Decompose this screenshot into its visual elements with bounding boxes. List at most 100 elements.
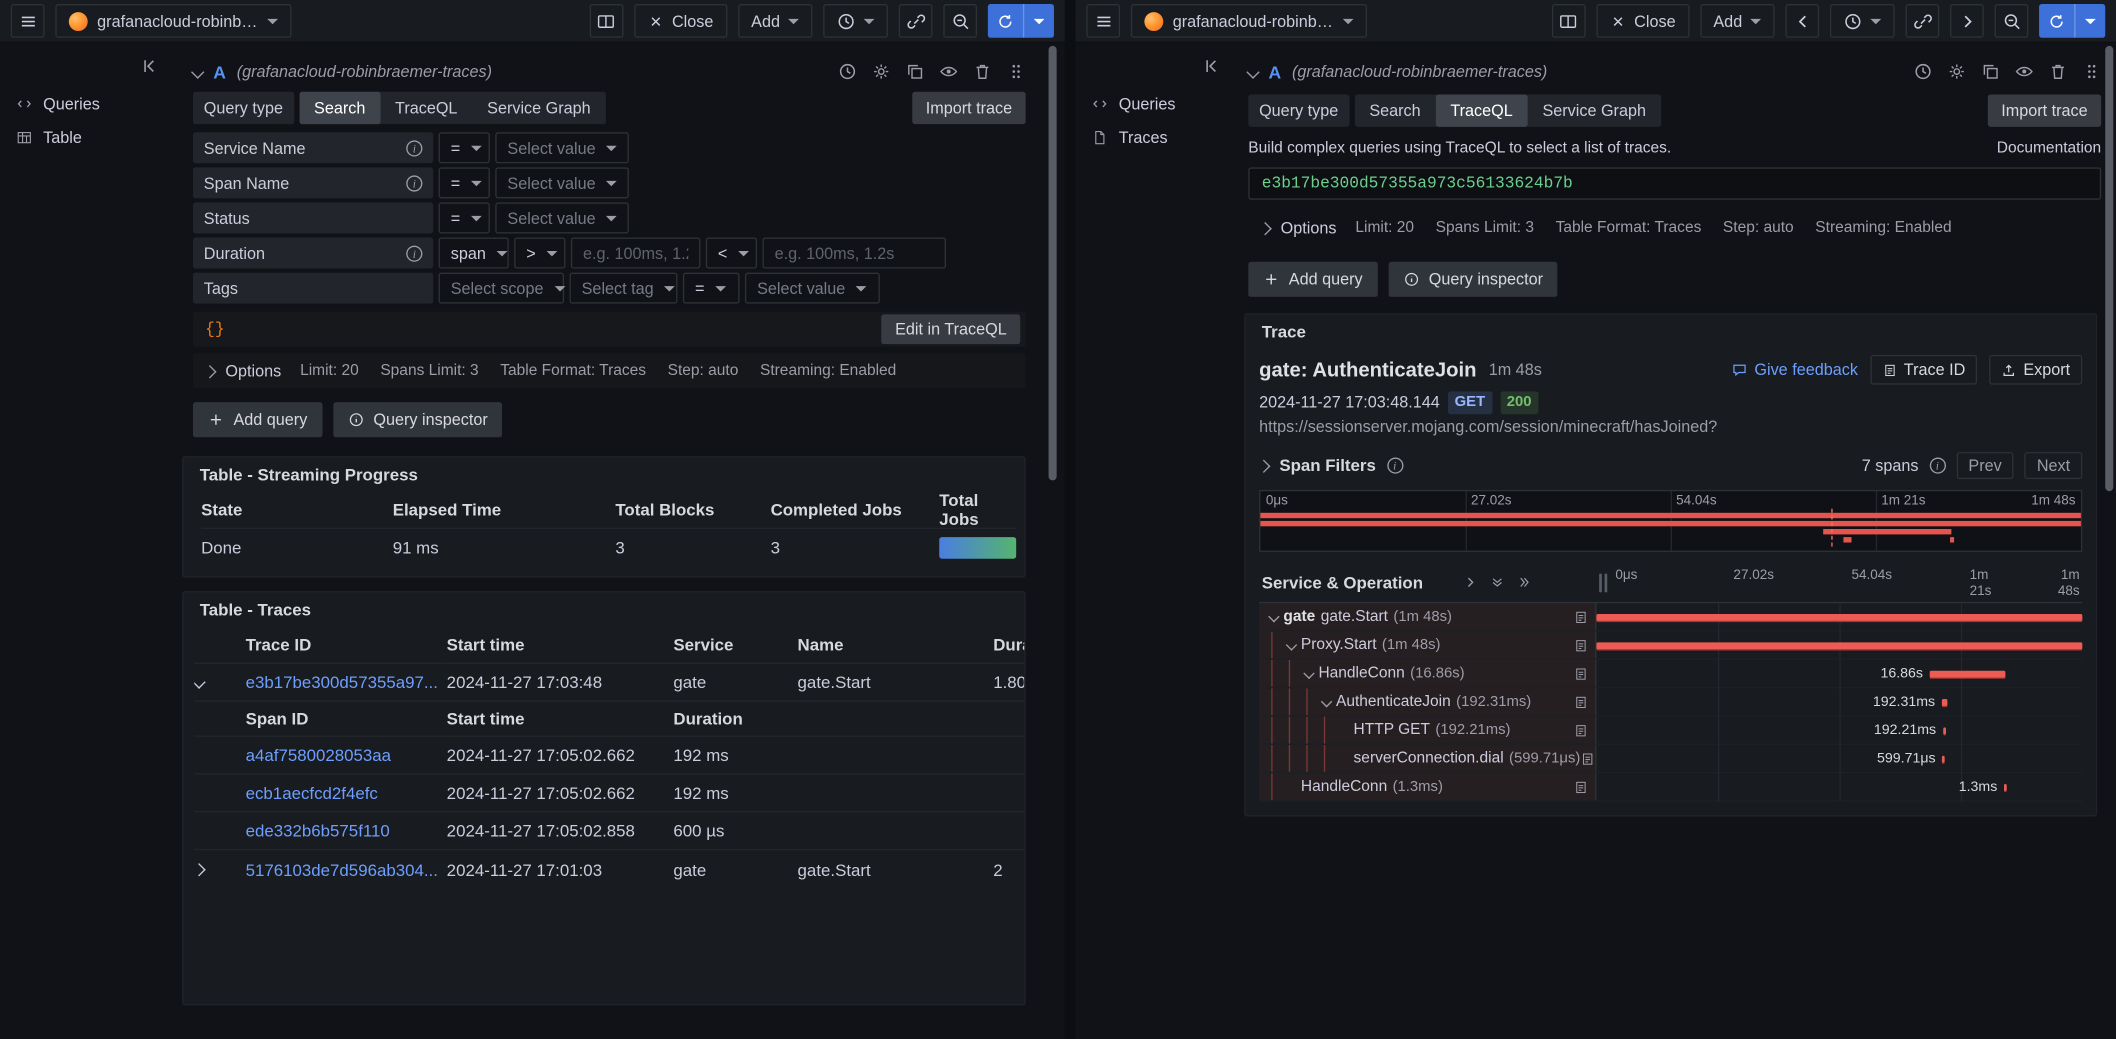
trace-id-link[interactable]: 5176103de7d596ab304... (246, 860, 438, 879)
run-query-button[interactable] (988, 4, 1054, 38)
info-icon[interactable]: i (1387, 457, 1403, 473)
eye-icon[interactable] (939, 62, 958, 81)
span-row[interactable]: HandleConn (16.86s) 16.86s (1259, 660, 2082, 688)
col-header-total[interactable]: Total Jobs (939, 493, 1016, 528)
split-view-button[interactable] (590, 4, 624, 38)
duration-min-input[interactable] (571, 238, 701, 269)
split-view-button[interactable] (1552, 4, 1586, 38)
span-detail-icon[interactable] (1574, 723, 1589, 738)
tab-search[interactable]: Search (299, 92, 380, 124)
chevron-right-icon[interactable] (1257, 459, 1270, 472)
time-picker-button[interactable] (1830, 4, 1895, 38)
sidebar-item-queries[interactable]: Queries (1092, 86, 1227, 120)
col-header-completed[interactable]: Completed Jobs (771, 493, 940, 528)
duplicate-icon[interactable] (906, 62, 925, 81)
span-name-cell[interactable]: HandleConn (16.86s) (1259, 660, 1596, 687)
column-resizer[interactable] (1596, 573, 1609, 592)
close-split-button[interactable]: Close (1596, 4, 1689, 38)
collapse-span-icon[interactable] (1303, 668, 1314, 679)
span-id-link[interactable]: a4af7580028053aa (246, 746, 391, 765)
span-id-link[interactable]: ecb1aecfcd2f4efc (246, 783, 378, 802)
service-name-op-select[interactable]: = (439, 132, 490, 163)
tags-op-select[interactable]: = (683, 273, 740, 304)
collapse-all-icon[interactable] (1489, 575, 1504, 590)
add-button[interactable]: Add (738, 4, 813, 38)
span-detail-icon[interactable] (1574, 694, 1589, 709)
duration-scope-select[interactable]: span (439, 238, 509, 269)
zoom-out-button[interactable] (943, 4, 977, 38)
col-header-name[interactable]: Name (798, 628, 994, 663)
refresh-icon[interactable] (988, 4, 1023, 38)
row-expander[interactable] (194, 663, 245, 701)
duration-lt-select[interactable]: < (706, 238, 757, 269)
span-track[interactable]: 192.31ms (1596, 688, 2082, 715)
tags-tag-select[interactable]: Select tag (569, 273, 677, 304)
gear-icon[interactable] (872, 62, 891, 81)
span-name-cell[interactable]: HandleConn (1.3ms) (1259, 773, 1596, 800)
col-header-duration[interactable]: Duration (993, 628, 1024, 663)
status-value-select[interactable]: Select value (495, 202, 629, 233)
collapse-span-icon[interactable] (1321, 696, 1332, 707)
service-name-value-select[interactable]: Select value (495, 132, 629, 163)
documentation-link[interactable]: Documentation (1997, 140, 2101, 156)
span-track[interactable]: 16.86s (1596, 660, 2082, 687)
expand-one-icon[interactable] (1462, 575, 1477, 590)
tags-scope-select[interactable]: Select scope (439, 273, 565, 304)
query-inspector-button[interactable]: Query inspector (1388, 262, 1558, 297)
col-header-start-time[interactable]: Start time (447, 628, 674, 663)
tab-traceql[interactable]: TraceQL (1436, 94, 1528, 126)
collapse-outline-button[interactable] (1200, 54, 1224, 78)
add-query-button[interactable]: Add query (193, 402, 322, 437)
give-feedback-link[interactable]: Give feedback (1731, 360, 1857, 379)
span-name-op-select[interactable]: = (439, 167, 490, 198)
prev-button[interactable]: Prev (1956, 452, 2014, 479)
time-picker-button[interactable] (823, 4, 888, 38)
pane-divider[interactable] (1065, 0, 1076, 1039)
span-name-cell[interactable]: AuthenticateJoin (192.31ms) (1259, 688, 1596, 715)
span-track[interactable] (1596, 603, 2082, 630)
span-track[interactable]: 1.3ms (1596, 773, 2082, 800)
zoom-out-button[interactable] (1995, 4, 2029, 38)
row-expander[interactable] (194, 849, 245, 889)
col-header-trace-id[interactable]: Trace ID (246, 628, 447, 663)
trash-icon[interactable] (973, 62, 992, 81)
trace-id-link[interactable]: e3b17be300d57355a97... (246, 673, 438, 692)
collapse-span-icon[interactable] (1286, 639, 1297, 650)
right-pane-scrollbar[interactable] (2105, 46, 2113, 491)
span-name-cell[interactable]: Proxy.Start (1m 48s) (1259, 632, 1596, 659)
sidebar-item-table[interactable]: Table (16, 120, 164, 154)
duration-max-input[interactable] (762, 238, 946, 269)
add-button[interactable]: Add (1700, 4, 1775, 38)
eye-icon[interactable] (2015, 62, 2034, 81)
tab-service-graph[interactable]: Service Graph (472, 92, 605, 124)
drag-handle-icon[interactable] (1007, 62, 1026, 81)
span-name-cell[interactable]: serverConnection.dial (599.71μs) (1259, 745, 1596, 772)
copy-link-button[interactable] (1905, 4, 1939, 38)
trace-id-button[interactable]: Trace ID (1870, 355, 1977, 385)
tags-value-select[interactable]: Select value (745, 273, 880, 304)
span-row[interactable]: HTTP GET (192.21ms) 192.21ms (1259, 717, 2082, 745)
col-header-service[interactable]: Service (673, 628, 797, 663)
left-pane-scrollbar[interactable] (1049, 46, 1057, 481)
span-name-cell[interactable]: HTTP GET (192.21ms) (1259, 717, 1596, 744)
span-row[interactable]: serverConnection.dial (599.71μs) 599.71μ… (1259, 745, 2082, 773)
span-detail-icon[interactable] (1574, 609, 1589, 624)
import-trace-button[interactable]: Import trace (1988, 94, 2101, 126)
refresh-icon[interactable] (2039, 4, 2074, 38)
span-name-cell[interactable]: gate gate.Start (1m 48s) (1259, 603, 1596, 630)
span-detail-icon[interactable] (1580, 751, 1595, 766)
time-shift-forward-button[interactable] (1950, 4, 1984, 38)
collapse-span-icon[interactable] (1268, 611, 1279, 622)
span-row[interactable]: HandleConn (1.3ms) 1.3ms (1259, 773, 2082, 801)
collapse-query-icon[interactable] (1246, 65, 1259, 78)
query-inspector-button[interactable]: Query inspector (333, 402, 503, 437)
sidebar-item-traces[interactable]: Traces (1092, 120, 1227, 154)
trace-minimap[interactable]: 0μs 27.02s 54.04s 1m 21s 1m 48s (1259, 490, 2082, 552)
info-icon[interactable]: i (406, 245, 422, 261)
run-query-dropdown[interactable] (1023, 4, 1054, 38)
run-query-button[interactable] (2039, 4, 2105, 38)
col-header-state[interactable]: State (201, 493, 393, 528)
next-button[interactable]: Next (2025, 452, 2083, 479)
tab-traceql[interactable]: TraceQL (380, 92, 472, 124)
span-detail-icon[interactable] (1574, 779, 1589, 794)
